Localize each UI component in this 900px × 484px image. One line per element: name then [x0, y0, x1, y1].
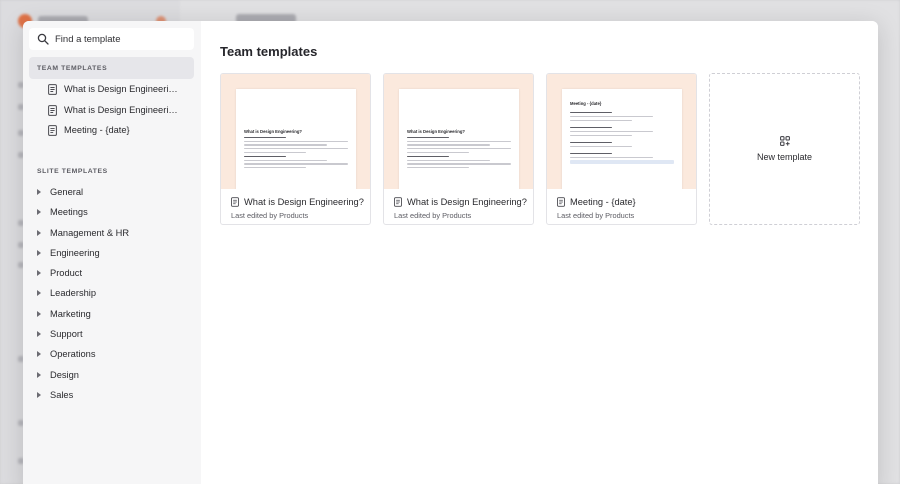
category-label: Operations — [50, 349, 96, 359]
category-label: Design — [50, 370, 79, 380]
category-label: Sales — [50, 390, 74, 400]
search-icon — [37, 33, 49, 45]
card-footer: Meeting - {date} Last edited by Products — [547, 189, 696, 224]
caret-right-icon — [37, 290, 41, 296]
caret-right-icon — [37, 392, 41, 398]
caret-right-icon — [37, 311, 41, 317]
preview-page: Meeting - {date} — [562, 89, 682, 189]
template-preview: What is Design Engineering? — [384, 74, 533, 189]
card-meta: Last edited by Products — [231, 211, 309, 220]
search-box[interactable] — [29, 28, 194, 50]
card-name: What is Design Engineering? — [244, 197, 364, 207]
template-preview: What is Design Engineering? — [221, 74, 370, 189]
category-label: General — [50, 187, 84, 197]
card-name-row: Meeting - {date} — [557, 197, 686, 207]
document-icon — [48, 83, 57, 95]
caret-right-icon — [37, 209, 41, 215]
category-label: Engineering — [50, 248, 100, 258]
card-meta: Last edited by Products — [557, 211, 635, 220]
category-marketing[interactable]: Marketing — [35, 305, 195, 323]
category-meetings[interactable]: Meetings — [35, 203, 195, 221]
template-sidebar: TEAM TEMPLATES What is Design Engineerin… — [23, 21, 201, 484]
category-sales[interactable]: Sales — [35, 386, 195, 404]
category-management-hr[interactable]: Management & HR — [35, 224, 195, 242]
category-label: Support — [50, 329, 83, 339]
caret-right-icon — [37, 230, 41, 236]
caret-right-icon — [37, 270, 41, 276]
document-icon — [48, 104, 57, 116]
card-name-row: What is Design Engineering? — [231, 197, 364, 207]
caret-right-icon — [37, 250, 41, 256]
team-template-label: Meeting - {date} — [64, 125, 130, 135]
category-general[interactable]: General — [35, 183, 195, 201]
category-design[interactable]: Design — [35, 366, 195, 384]
preview-title: What is Design Engineering? — [244, 129, 302, 134]
new-template-label: New template — [756, 152, 813, 162]
caret-right-icon — [37, 372, 41, 378]
team-templates-header[interactable]: TEAM TEMPLATES — [29, 57, 194, 79]
template-card[interactable]: What is Design Engineering? What is Desi… — [383, 73, 534, 225]
team-template-item[interactable]: What is Design Engineering? — [48, 80, 198, 98]
template-card[interactable]: What is Design Engineering? What is Desi… — [220, 73, 371, 225]
card-footer: What is Design Engineering? Last edited … — [221, 189, 370, 224]
category-label: Meetings — [50, 207, 88, 217]
category-label: Leadership — [50, 288, 97, 298]
new-template-button[interactable]: New template — [709, 73, 860, 225]
category-engineering[interactable]: Engineering — [35, 244, 195, 262]
card-name: Meeting - {date} — [570, 197, 636, 207]
card-name: What is Design Engineering? — [407, 197, 527, 207]
document-icon — [394, 197, 402, 207]
template-plus-icon — [779, 136, 790, 146]
template-preview: Meeting - {date} — [547, 74, 696, 189]
preview-page: What is Design Engineering? — [399, 89, 519, 189]
document-icon — [231, 197, 239, 207]
caret-right-icon — [37, 351, 41, 357]
category-leadership[interactable]: Leadership — [35, 284, 195, 302]
card-footer: What is Design Engineering? Last edited … — [384, 189, 533, 224]
card-name-row: What is Design Engineering? — [394, 197, 527, 207]
category-support[interactable]: Support — [35, 325, 195, 343]
team-template-item[interactable]: What is Design Engineering? — [48, 101, 198, 119]
page-title: Team templates — [220, 44, 318, 59]
caret-right-icon — [37, 189, 41, 195]
category-label: Product — [50, 268, 83, 278]
team-template-label: What is Design Engineering? — [64, 84, 180, 94]
slite-templates-header: SLITE TEMPLATES — [37, 167, 108, 175]
document-icon — [48, 124, 57, 136]
caret-right-icon — [37, 331, 41, 337]
template-picker-modal: TEAM TEMPLATES What is Design Engineerin… — [23, 21, 878, 484]
preview-page: What is Design Engineering? — [236, 89, 356, 189]
card-meta: Last edited by Products — [394, 211, 472, 220]
category-label: Marketing — [50, 309, 91, 319]
template-gallery: Team templates What is Design Engineerin… — [201, 21, 878, 484]
search-input[interactable] — [55, 33, 185, 45]
category-operations[interactable]: Operations — [35, 345, 195, 363]
template-card[interactable]: Meeting - {date} Meeting - {date} Last e… — [546, 73, 697, 225]
category-product[interactable]: Product — [35, 264, 195, 282]
preview-title: What is Design Engineering? — [407, 129, 465, 134]
preview-title: Meeting - {date} — [570, 101, 602, 106]
team-template-item[interactable]: Meeting - {date} — [48, 121, 198, 139]
document-icon — [557, 197, 565, 207]
category-label: Management & HR — [50, 228, 130, 238]
team-template-label: What is Design Engineering? — [64, 105, 180, 115]
